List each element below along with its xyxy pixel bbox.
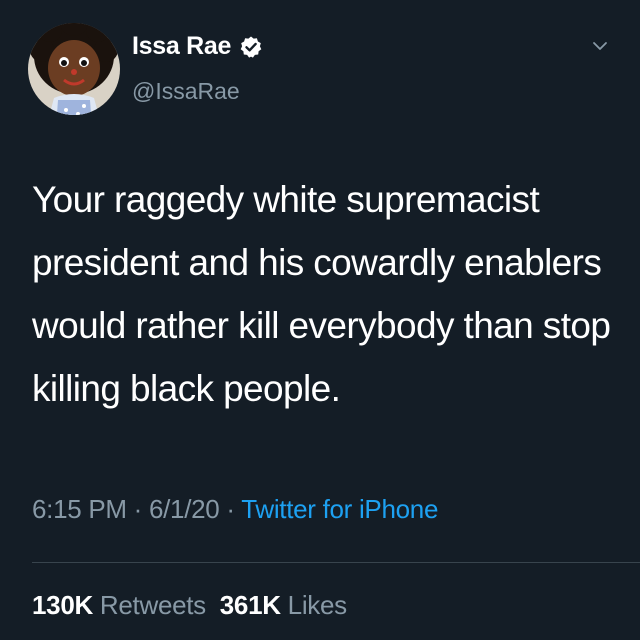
verified-badge-icon	[239, 35, 263, 59]
meta-separator: ·	[126, 494, 149, 524]
tweet-date[interactable]: 6/1/20	[149, 494, 220, 524]
tweet-time[interactable]: 6:15 PM	[32, 494, 127, 524]
retweets-stat[interactable]: 130K Retweets	[32, 590, 206, 620]
likes-count: 361K	[219, 590, 281, 620]
author-name-row[interactable]: Issa Rae	[132, 32, 263, 61]
doll-avatar-icon	[28, 23, 120, 115]
tweet-card: Issa Rae @IssaRae Your raggedy white sup…	[0, 0, 640, 640]
retweets-count: 130K	[32, 590, 93, 620]
chevron-down-icon[interactable]	[590, 36, 610, 56]
author-handle[interactable]: @IssaRae	[132, 78, 240, 105]
divider	[32, 562, 640, 563]
tweet-text: Your raggedy white supremacist president…	[32, 179, 611, 409]
tweet-source-link[interactable]: Twitter for iPhone	[241, 494, 438, 524]
retweets-label: Retweets	[99, 590, 206, 620]
tweet-meta: 6:15 PM · 6/1/20 · Twitter for iPhone	[32, 494, 438, 525]
tweet-stats: 130K Retweets 361K Likes	[32, 590, 347, 621]
meta-separator: ·	[219, 494, 242, 524]
avatar[interactable]	[28, 10, 120, 128]
likes-stat[interactable]: 361K Likes	[220, 590, 347, 620]
likes-label: Likes	[287, 590, 348, 620]
display-name[interactable]: Issa Rae	[132, 32, 231, 61]
